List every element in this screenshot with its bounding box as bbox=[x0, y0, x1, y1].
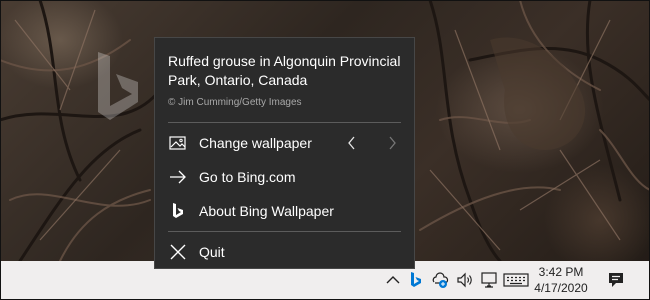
clock-time: 3:42 PM bbox=[538, 265, 584, 279]
divider bbox=[168, 231, 401, 232]
chevron-right-icon[interactable] bbox=[385, 135, 399, 151]
bing-watermark-icon bbox=[98, 52, 138, 120]
about-bing-wallpaper-label: About Bing Wallpaper bbox=[199, 202, 334, 219]
divider bbox=[168, 122, 401, 123]
cloud-sync-icon[interactable] bbox=[430, 270, 450, 290]
network-icon[interactable] bbox=[479, 270, 499, 290]
wallpaper-title: Ruffed grouse in Algonquin Provincial Pa… bbox=[168, 53, 401, 88]
bing-logo-icon bbox=[168, 201, 188, 221]
volume-icon[interactable] bbox=[455, 270, 475, 290]
chevron-left-icon[interactable] bbox=[345, 135, 359, 151]
bing-wallpaper-flyout: Ruffed grouse in Algonquin Provincial Pa… bbox=[154, 37, 415, 269]
bing-wallpaper-icon[interactable] bbox=[406, 270, 426, 290]
action-center-icon[interactable] bbox=[606, 270, 626, 290]
go-to-bing-label: Go to Bing.com bbox=[199, 168, 296, 185]
quit-item[interactable]: Quit bbox=[155, 235, 414, 268]
change-wallpaper-item[interactable]: Change wallpaper bbox=[155, 126, 414, 159]
chevron-up-icon[interactable] bbox=[383, 270, 403, 290]
about-bing-wallpaper-item[interactable]: About Bing Wallpaper bbox=[155, 194, 414, 227]
quit-label: Quit bbox=[199, 243, 225, 260]
keyboard-icon[interactable] bbox=[503, 270, 529, 290]
close-icon bbox=[168, 242, 188, 262]
change-wallpaper-label: Change wallpaper bbox=[199, 134, 312, 151]
clock-date: 4/17/2020 bbox=[534, 281, 588, 295]
taskbar-clock[interactable]: 3:42 PM 4/17/2020 bbox=[530, 264, 592, 296]
wallpaper-credit: © Jim Cumming/Getty Images bbox=[168, 97, 302, 108]
image-icon bbox=[168, 133, 188, 153]
go-to-bing-item[interactable]: Go to Bing.com bbox=[155, 160, 414, 193]
arrow-right-icon bbox=[168, 167, 188, 187]
